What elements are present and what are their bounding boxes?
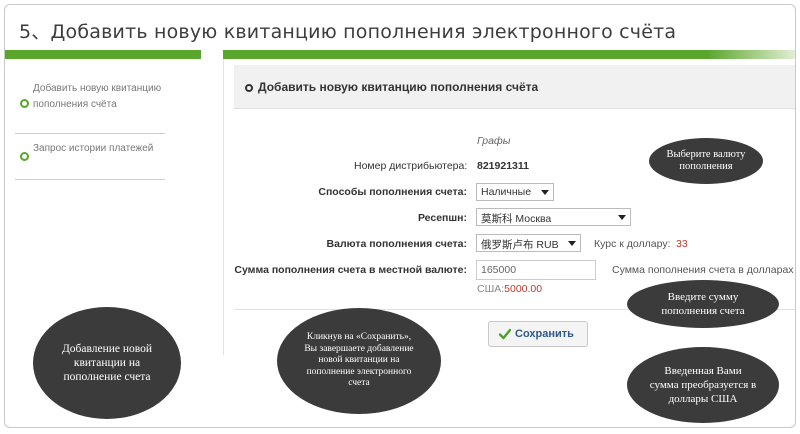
chevron-down-icon	[541, 190, 549, 195]
save-button[interactable]: Сохранить	[488, 321, 588, 347]
distributor-value: 821921311	[477, 160, 529, 172]
currency-select-value: 俄罗斯卢布 RUB	[481, 239, 559, 251]
chevron-down-icon	[618, 215, 626, 220]
radio-circle-icon	[20, 99, 29, 108]
method-select-value: Наличные	[481, 186, 532, 198]
amount-label: Сумма пополнения счета в местной валюте:	[234, 264, 467, 276]
callout-text: Добавление новой квитанции на пополнение…	[61, 343, 153, 383]
callout-text: Кликнув на «Сохранить», Вы завершаете до…	[304, 332, 414, 389]
callout-save: Кликнув на «Сохранить», Вы завершаете до…	[277, 308, 441, 414]
amount-input[interactable]: 165000	[476, 260, 596, 280]
callout-amount: Введите сумму пополнения счета	[627, 280, 779, 328]
callout-text: Выберите валюту пополнения	[666, 149, 746, 172]
sidebar-item-add-receipt[interactable]: Добавить новую квитанцию пополнения счёт…	[15, 81, 165, 113]
method-select[interactable]: Наличные	[476, 183, 554, 201]
reception-select-value: 莫斯科 Москва	[481, 213, 552, 225]
usd-amount: США:5000.00	[477, 283, 542, 295]
callout-text: Введенная Вами сумма преобразуется в дол…	[649, 365, 757, 405]
callout-add: Добавление новой квитанции на пополнение…	[33, 307, 181, 419]
sidebar-divider	[15, 179, 165, 180]
currency-label: Валюта пополнения счета:	[326, 238, 467, 250]
usd-label: Сумма пополнения счета в долларах	[612, 264, 794, 276]
method-label: Способы пополнения счета:	[318, 186, 467, 198]
checkmark-icon	[499, 328, 511, 340]
graph-label: Графы	[477, 135, 511, 147]
currency-select[interactable]: 俄罗斯卢布 RUB	[476, 234, 581, 252]
sidebar-header-bar	[5, 50, 201, 59]
callout-text: Введите сумму пополнения счета	[661, 291, 745, 317]
rate-label: Курс к доллару:	[594, 238, 671, 250]
callout-currency: Выберите валюту пополнения	[649, 138, 763, 184]
reception-label: Ресепшн:	[417, 212, 467, 224]
slide-frame: 5、Добавить новую квитанцию пополнения эл…	[4, 4, 796, 428]
form-title: Добавить новую квитанцию пополнения счёт…	[258, 80, 539, 94]
callout-converted: Введенная Вами сумма преобразуется в дол…	[627, 347, 779, 423]
distributor-label: Номер дистрибьютера:	[354, 160, 468, 172]
panel-gap	[201, 59, 223, 355]
save-button-label: Сохранить	[515, 328, 574, 340]
usd-value: 5000.00	[504, 283, 543, 295]
reception-select[interactable]: 莫斯科 Москва	[476, 208, 631, 226]
sidebar-divider	[15, 133, 165, 134]
radio-circle-icon	[20, 152, 29, 161]
chevron-down-icon	[568, 241, 576, 246]
usd-prefix: США:	[477, 283, 505, 295]
sidebar-item-label: Запрос истории платежей	[33, 143, 154, 154]
main-header-bar	[223, 50, 795, 59]
rate-value: 33	[676, 238, 688, 250]
radio-circle-icon	[245, 84, 253, 92]
slide-title: 5、Добавить новую квитанцию пополнения эл…	[19, 21, 677, 43]
sidebar-item-payment-history[interactable]: Запрос истории платежей	[15, 141, 165, 161]
sidebar-item-label: Добавить новую квитанцию пополнения счёт…	[33, 83, 162, 110]
form-header: Добавить новую квитанцию пополнения счёт…	[234, 65, 795, 109]
